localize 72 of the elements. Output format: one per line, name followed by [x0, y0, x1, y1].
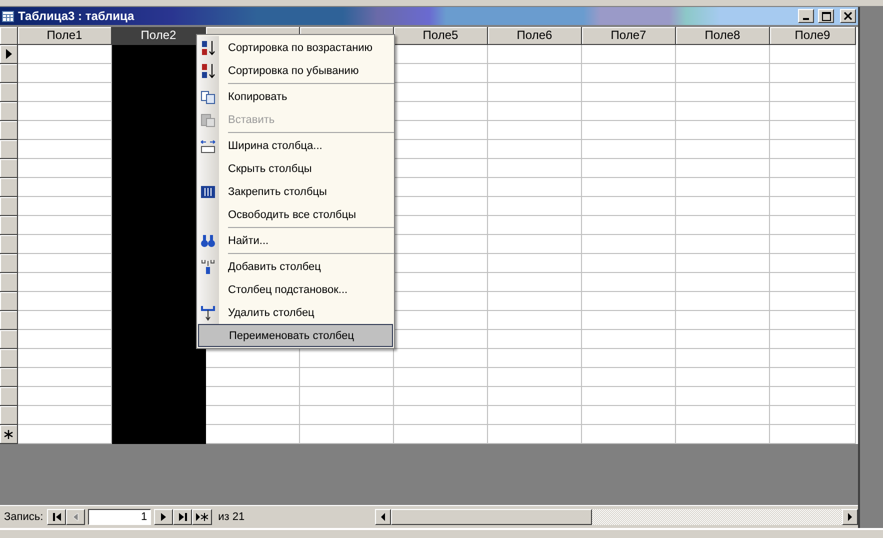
menu-item[interactable]: Удалить столбец — [197, 301, 394, 324]
row-selector[interactable] — [0, 45, 18, 64]
maximize-icon — [822, 12, 830, 20]
column-header[interactable]: Поле1 — [18, 27, 112, 45]
row-selector[interactable] — [0, 83, 18, 102]
new-record-icon — [196, 513, 208, 521]
menu-item[interactable]: Сортировка по убыванию — [197, 59, 394, 82]
row-selector[interactable] — [0, 254, 18, 273]
column-header[interactable]: Поле7 — [582, 27, 676, 45]
last-record-icon — [178, 513, 187, 521]
menu-item[interactable]: Ширина столбца... — [197, 134, 394, 157]
menu-item[interactable]: Найти... — [197, 229, 394, 252]
corner-cell[interactable] — [0, 27, 18, 45]
column-header[interactable]: Поле5 — [394, 27, 488, 45]
next-record-icon — [160, 513, 167, 521]
scroll-right-icon — [848, 513, 852, 521]
insert-column-icon — [200, 258, 216, 274]
scroll-left-icon — [381, 513, 385, 521]
row-selector[interactable] — [0, 406, 18, 425]
sort-descending-icon — [200, 62, 216, 78]
table-cell[interactable] — [112, 425, 206, 444]
row-selector[interactable] — [0, 368, 18, 387]
row-selector[interactable] — [0, 292, 18, 311]
row-selector[interactable] — [0, 235, 18, 254]
first-record-icon — [52, 513, 61, 521]
column-header[interactable]: Поле9 — [770, 27, 856, 45]
record-number-field[interactable]: 1 — [88, 509, 152, 525]
column-width-icon — [200, 138, 216, 154]
binoculars-icon — [200, 232, 216, 248]
row-selector[interactable] — [0, 387, 18, 406]
freeze-columns-icon — [200, 184, 216, 200]
menu-item[interactable]: Закрепить столбцы — [197, 180, 394, 203]
next-record-button[interactable] — [154, 509, 174, 525]
menu-item[interactable]: Переименовать столбец — [198, 324, 393, 347]
menu-item[interactable]: Добавить столбец — [197, 255, 394, 278]
last-record-button[interactable] — [173, 509, 192, 525]
previous-record-icon — [72, 513, 79, 521]
close-icon — [844, 12, 852, 20]
minimize-button[interactable] — [798, 9, 814, 23]
row-selector[interactable] — [0, 273, 18, 292]
first-record-button[interactable] — [47, 509, 66, 525]
new-record-button[interactable] — [192, 509, 212, 525]
menu-item[interactable]: Столбец подстановок... — [197, 278, 394, 301]
paste-icon — [200, 112, 216, 128]
row-selector[interactable] — [0, 178, 18, 197]
row-selector[interactable] — [0, 311, 18, 330]
copy-icon — [200, 88, 216, 104]
row-selector[interactable] — [0, 216, 18, 235]
row-selector[interactable] — [0, 425, 18, 444]
row-selector[interactable] — [0, 102, 18, 121]
table-icon — [2, 10, 14, 22]
menu-item[interactable]: Освободить все столбцы — [197, 203, 394, 226]
row-selector[interactable] — [0, 121, 18, 140]
maximize-button[interactable] — [818, 9, 834, 23]
record-count: из 21 — [218, 511, 246, 523]
column-header[interactable]: Поле8 — [676, 27, 770, 45]
menu-item[interactable]: Копировать — [197, 85, 394, 108]
row-selector[interactable] — [0, 64, 18, 83]
menu-item[interactable]: Скрыть столбцы — [197, 157, 394, 180]
window-title: Таблица3 : таблица — [18, 9, 134, 23]
delete-column-icon — [200, 304, 216, 320]
close-button[interactable] — [840, 9, 856, 23]
column-header[interactable]: Поле6 — [488, 27, 582, 45]
horizontal-scrollbar[interactable] — [375, 509, 858, 525]
sort-ascending-icon — [200, 40, 216, 56]
record-label: Запись: — [4, 511, 44, 523]
row-selector[interactable] — [0, 330, 18, 349]
column-header[interactable]: Поле2 — [112, 27, 206, 45]
row-selector[interactable] — [0, 159, 18, 178]
row-selector[interactable] — [0, 197, 18, 216]
row-selector[interactable] — [0, 140, 18, 159]
row-selector[interactable] — [0, 349, 18, 368]
